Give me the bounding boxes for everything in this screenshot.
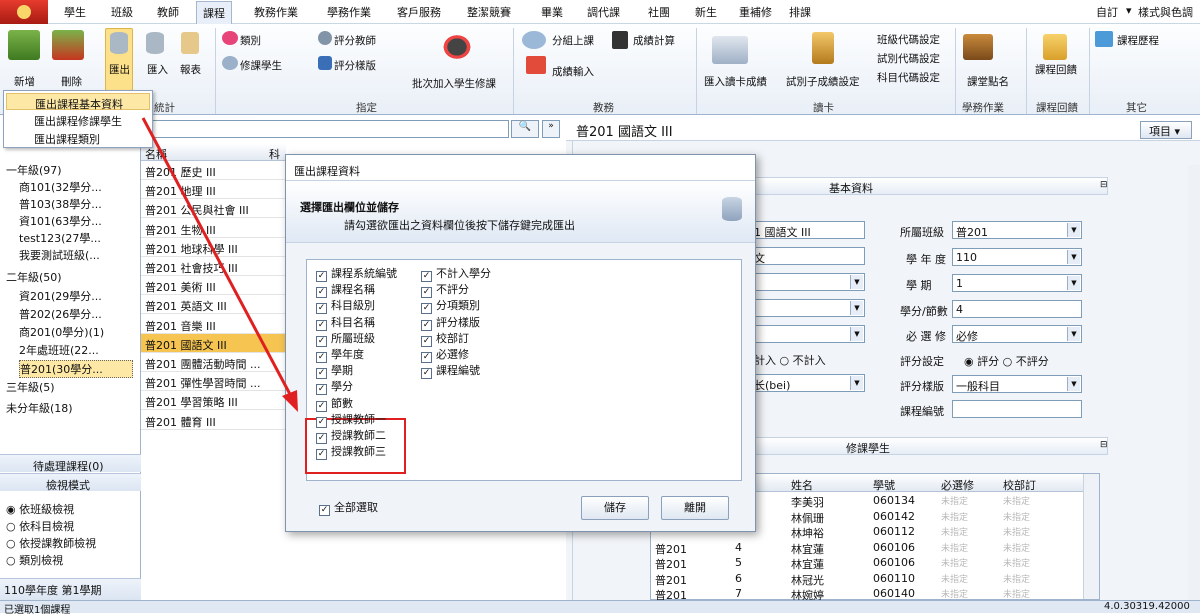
status-bar: 已選取1個課程 4.0.30319.42000	[0, 600, 1200, 616]
annotation-arrow	[141, 117, 298, 412]
arrow-line	[141, 117, 294, 399]
status-version: 4.0.30319.42000	[1104, 601, 1190, 612]
arrow-head	[282, 390, 298, 412]
status-left: 已選取1個課程	[4, 605, 71, 616]
